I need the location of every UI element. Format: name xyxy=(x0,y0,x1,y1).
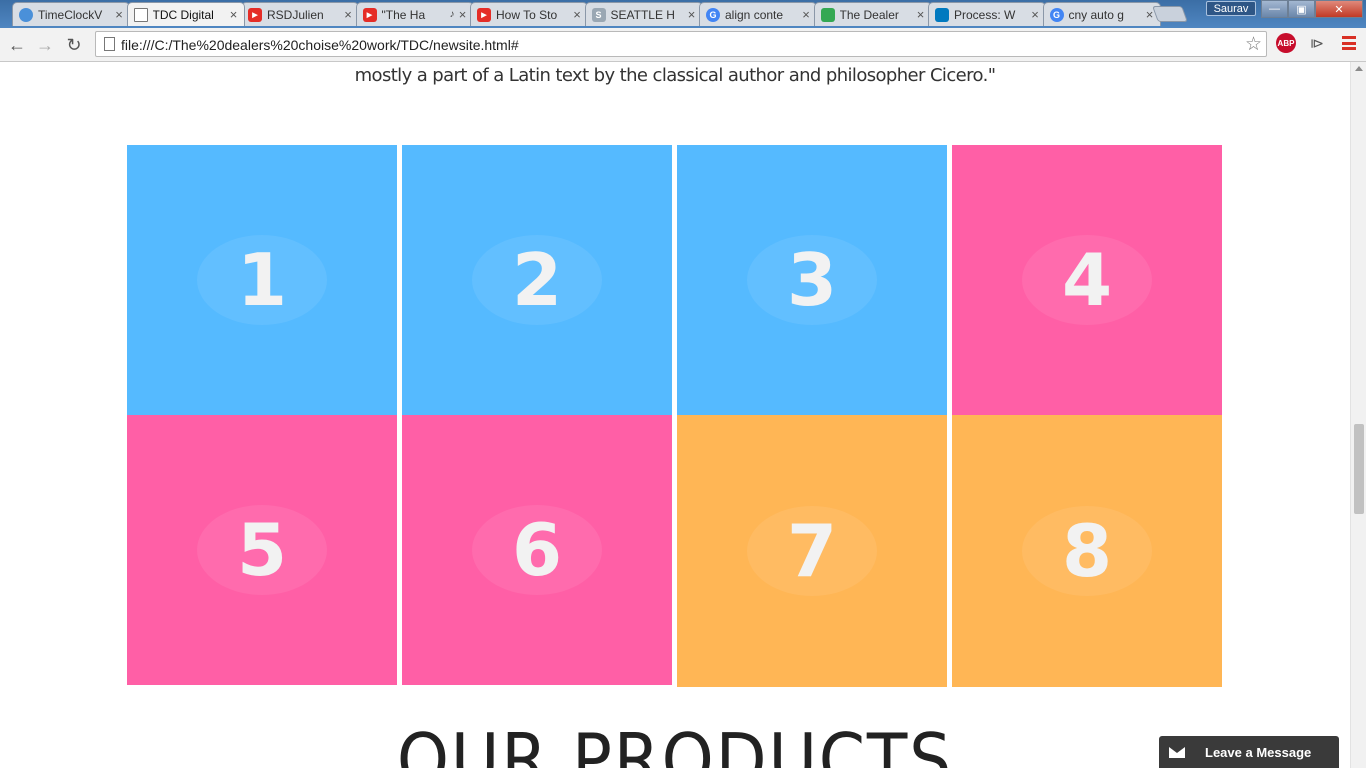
tab-close-icon[interactable]: × xyxy=(457,7,469,22)
youtube-icon: ▶ xyxy=(477,7,491,22)
minimize-button[interactable]: — xyxy=(1261,0,1288,18)
tab-close-icon[interactable]: × xyxy=(228,7,240,22)
vertical-scrollbar[interactable] xyxy=(1350,62,1366,768)
tab-label: The Dealer xyxy=(839,7,899,22)
tile-number: 2 xyxy=(511,238,563,322)
browser-tab[interactable]: Process: W × xyxy=(928,2,1046,26)
tab-label: cny auto g xyxy=(1068,7,1124,22)
number-tile[interactable]: 4 xyxy=(952,145,1222,415)
youtube-icon: ▶ xyxy=(248,7,262,22)
section-title: OUR PRODUCTS xyxy=(396,718,954,768)
number-tile[interactable]: 3 xyxy=(677,145,947,415)
tile-number: 6 xyxy=(511,508,563,592)
browser-tab[interactable]: Gcny auto g × xyxy=(1042,2,1161,26)
intro-text: mostly a part of a Latin text by the cla… xyxy=(354,65,996,86)
browser-tab[interactable]: ▶ How To Sto × xyxy=(470,2,588,26)
google-icon: G xyxy=(706,7,720,22)
tab-label: SEATTLE H xyxy=(610,7,675,22)
tab-close-icon[interactable]: × xyxy=(1029,7,1041,22)
bookmark-star-icon[interactable]: ☆ xyxy=(1245,33,1262,56)
tab-close-icon[interactable]: × xyxy=(113,7,125,22)
tab-label: Process: W xyxy=(954,7,1016,22)
google-icon: G xyxy=(1049,7,1064,22)
number-tile[interactable]: 6 xyxy=(402,415,672,685)
tab-strip: TimeClockV × TDC Digital × ▶ RSDJulien × ▶ "The … xyxy=(0,0,1366,28)
maps-icon xyxy=(820,7,835,22)
s-icon: S xyxy=(591,7,606,22)
audio-playing-icon[interactable]: ♪ xyxy=(450,9,455,20)
number-tile[interactable]: 8 xyxy=(952,415,1222,687)
tab-label: TDC Digital xyxy=(152,7,214,22)
youtube-icon: ▶ xyxy=(362,7,377,22)
browser-tab[interactable]: S SEATTLE H × xyxy=(584,2,703,26)
tile-number: 4 xyxy=(1061,238,1113,322)
trello-icon xyxy=(935,7,949,22)
maximize-button[interactable]: ▣ xyxy=(1288,0,1315,18)
tab-label: RSDJulien xyxy=(267,7,324,22)
browser-tab[interactable]: The Dealer × xyxy=(813,2,932,26)
url-text[interactable]: file:///C:/The%20dealers%20choise%20work… xyxy=(121,37,519,53)
tab-close-icon[interactable]: × xyxy=(571,7,583,22)
leave-message-label: Leave a Message xyxy=(1205,744,1312,760)
browser-tab[interactable]: TDC Digital × xyxy=(126,2,245,26)
back-arrow-icon[interactable]: ← xyxy=(5,33,29,57)
browser-tab[interactable]: ▶ "The Ha ♪ × xyxy=(355,2,474,26)
page-viewport: mostly a part of a Latin text by the cla… xyxy=(0,62,1350,768)
tab-label: How To Sto xyxy=(496,7,558,22)
number-tile[interactable]: 1 xyxy=(127,145,397,415)
tile-number: 7 xyxy=(786,509,838,593)
new-tab-button[interactable] xyxy=(1152,6,1188,22)
address-bar[interactable]: file:///C:/The%20dealers%20choise%20work… xyxy=(95,31,1267,57)
tab-close-icon[interactable]: × xyxy=(342,7,354,22)
menu-icon[interactable] xyxy=(1340,34,1358,52)
browser-toolbar: ← → ↻ file:///C:/The%20dealers%20choise%… xyxy=(0,28,1366,62)
tile-number: 5 xyxy=(236,508,288,592)
close-window-button[interactable]: ✕ xyxy=(1315,0,1363,18)
tab-close-icon[interactable]: × xyxy=(915,7,927,22)
scroll-up-arrow-icon[interactable] xyxy=(1355,66,1363,71)
browser-tab[interactable]: Galign conte × xyxy=(699,2,817,26)
globe-icon xyxy=(19,7,33,22)
tab-label: "The Ha xyxy=(381,7,426,22)
page-icon xyxy=(133,7,148,22)
tile-number: 1 xyxy=(236,238,288,322)
tile-number: 8 xyxy=(1061,509,1113,593)
number-tile[interactable]: 2 xyxy=(402,145,672,415)
scrollbar-thumb[interactable] xyxy=(1354,424,1364,514)
tab-label: TimeClockV xyxy=(38,7,103,22)
page-icon xyxy=(104,37,115,51)
profile-button[interactable]: Saurav xyxy=(1206,1,1256,16)
reload-icon[interactable]: ↻ xyxy=(62,33,86,57)
cast-icon[interactable]: ⧐ xyxy=(1306,34,1328,52)
leave-message-button[interactable]: Leave a Message xyxy=(1159,736,1339,768)
tab-close-icon[interactable]: × xyxy=(800,7,812,22)
forward-arrow-icon[interactable]: → xyxy=(33,33,57,57)
number-tile-grid: 1 2 3 4 5 6 7 8 xyxy=(127,145,1223,687)
adblock-icon[interactable]: ABP xyxy=(1276,33,1296,53)
tab-close-icon[interactable]: × xyxy=(686,7,698,22)
tile-number: 3 xyxy=(786,238,838,322)
number-tile[interactable]: 5 xyxy=(127,415,397,685)
number-tile[interactable]: 7 xyxy=(677,415,947,687)
tab-label: align conte xyxy=(725,7,784,22)
browser-tab[interactable]: TimeClockV × xyxy=(12,2,130,26)
mail-icon xyxy=(1169,746,1185,758)
browser-tab[interactable]: ▶ RSDJulien × xyxy=(241,2,359,26)
